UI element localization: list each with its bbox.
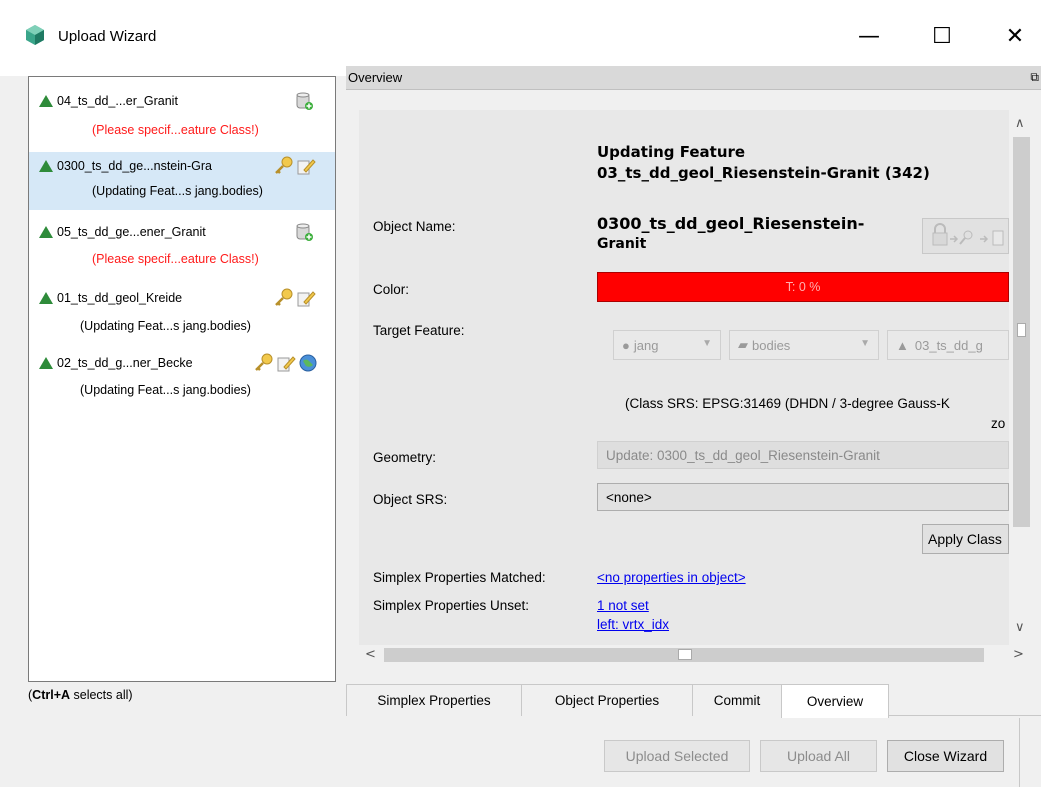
object-name-label: Object Name:	[373, 219, 456, 234]
warning-triangle-icon	[39, 357, 53, 369]
lock-key-chain-icon	[932, 223, 1004, 246]
warning-triangle-icon	[39, 292, 53, 304]
vertical-scrollbar[interactable]: ∧ ∨	[1009, 110, 1034, 645]
color-label: Color:	[373, 282, 410, 297]
item-label: 04_ts_dd_...er_Granit	[57, 94, 178, 108]
warning-triangle-icon	[39, 95, 53, 107]
list-item[interactable]: 02_ts_dd_g...ner_Becke (Updating Feat...…	[29, 349, 335, 409]
item-label: 05_ts_dd_ge...ener_Granit	[57, 225, 206, 239]
close-wizard-button[interactable]: Close Wizard	[887, 740, 1004, 772]
edit-icon	[277, 356, 296, 372]
item-status: (Please specif...eature Class!)	[92, 252, 259, 266]
close-window-button[interactable]: ✕	[995, 18, 1035, 54]
triangle-icon: ▲	[896, 337, 909, 353]
scroll-up-icon[interactable]: ∧	[1015, 116, 1025, 131]
class-srs-text-wrap: zo	[991, 416, 1006, 431]
simplex-matched-link[interactable]: <no properties in object>	[597, 570, 746, 585]
target-folder-combo[interactable]: ▰ bodies ▼	[729, 330, 879, 360]
restore-panel-icon[interactable]: ⧉	[1030, 70, 1039, 85]
updating-heading-line2: 03_ts_dd_geol_Riesenstein-Granit (342)	[597, 164, 930, 182]
tab-simplex-properties[interactable]: Simplex Properties	[346, 684, 522, 716]
simplex-unset-field-link[interactable]: left: vrtx_idx	[597, 617, 669, 632]
item-status: (Updating Feat...s jang.bodies)	[92, 184, 263, 198]
object-srs-select[interactable]: <none>	[597, 483, 1009, 511]
scroll-left-icon[interactable]: <	[365, 647, 376, 662]
minimize-button[interactable]: —	[849, 18, 889, 54]
color-swatch-button[interactable]: T: 0 %	[597, 272, 1009, 302]
app-logo-icon	[26, 25, 44, 45]
key-icon	[255, 353, 273, 371]
key-icon	[275, 288, 293, 306]
object-name-value-line1: 0300_ts_dd_geol_Riesenstein-	[597, 214, 865, 233]
chevron-down-icon: ▼	[860, 338, 870, 349]
vertical-scroll-thumb[interactable]	[1013, 137, 1030, 527]
simplex-unset-link[interactable]: 1 not set	[597, 598, 649, 613]
chevron-down-icon: ▼	[702, 338, 712, 349]
upload-selected-button[interactable]: Upload Selected	[604, 740, 750, 772]
horizontal-scrollbar[interactable]: < >	[359, 645, 1034, 665]
overview-content	[359, 110, 1009, 645]
lock-key-selector-button[interactable]	[922, 218, 1009, 254]
upload-item-list[interactable]: 04_ts_dd_...er_Granit (Please specif...e…	[28, 76, 336, 682]
scroll-right-icon[interactable]: >	[1013, 647, 1024, 662]
target-user-combo[interactable]: ● jang ▼	[613, 330, 721, 360]
edit-icon	[297, 159, 316, 175]
folder-icon: ▰	[738, 337, 748, 352]
edit-icon	[297, 291, 316, 307]
user-icon: ●	[622, 337, 630, 353]
item-status: (Please specif...eature Class!)	[92, 123, 259, 137]
item-label: 02_ts_dd_g...ner_Becke	[57, 356, 193, 370]
title-bar: Upload Wizard — ☐ ✕	[0, 0, 1041, 76]
maximize-button[interactable]: ☐	[922, 18, 962, 54]
item-status: (Updating Feat...s jang.bodies)	[80, 383, 251, 397]
upload-all-button[interactable]: Upload All	[760, 740, 877, 772]
simplex-unset-label: Simplex Properties Unset:	[373, 598, 530, 613]
target-feature-label: Target Feature:	[373, 323, 465, 338]
object-name-value-line2: Granit	[597, 236, 647, 252]
item-status: (Updating Feat...s jang.bodies)	[80, 319, 251, 333]
database-add-icon	[296, 92, 313, 110]
overview-panel-header: Overview ⧉	[346, 66, 1041, 90]
window-title: Upload Wizard	[58, 28, 157, 45]
database-add-icon	[296, 223, 313, 241]
tab-object-properties[interactable]: Object Properties	[521, 684, 693, 716]
tab-commit[interactable]: Commit	[692, 684, 782, 716]
item-label: 0300_ts_dd_ge...nstein-Gra	[57, 159, 212, 173]
scroll-down-icon[interactable]: ∨	[1015, 620, 1025, 635]
item-label: 01_ts_dd_geol_Kreide	[57, 291, 183, 305]
simplex-matched-label: Simplex Properties Matched:	[373, 570, 546, 585]
updating-heading-line1: Updating Feature	[597, 143, 746, 161]
list-item[interactable]: 05_ts_dd_ge...ener_Granit (Please specif…	[29, 218, 335, 278]
list-item[interactable]: 0300_ts_dd_ge...nstein-Gra (Updating Fea…	[29, 152, 335, 210]
tab-overview[interactable]: Overview	[781, 684, 889, 718]
list-item[interactable]: 04_ts_dd_...er_Granit (Please specif...e…	[29, 87, 335, 152]
geometry-field: Update: 0300_ts_dd_geol_Riesenstein-Gran…	[597, 441, 1009, 469]
bottom-tab-bar: Simplex Properties Object Properties Com…	[346, 684, 889, 718]
horizontal-scroll-thumb[interactable]	[384, 648, 984, 662]
key-icon	[275, 156, 293, 174]
overview-header-label: Overview	[348, 70, 403, 85]
warning-triangle-icon	[39, 160, 53, 172]
globe-icon	[299, 354, 317, 372]
list-item[interactable]: 01_ts_dd_geol_Kreide (Updating Feat...s …	[29, 284, 335, 344]
target-feature-combo[interactable]: ▲ 03_ts_dd_g	[887, 330, 1009, 360]
object-srs-label: Object SRS:	[373, 492, 448, 507]
class-srs-text: (Class SRS: EPSG:31469 (DHDN / 3-degree …	[625, 396, 950, 411]
geometry-label: Geometry:	[373, 450, 437, 465]
warning-triangle-icon	[39, 226, 53, 238]
apply-class-button[interactable]: Apply Class	[922, 524, 1009, 554]
select-all-hint: (Ctrl+A selects all)	[28, 688, 133, 702]
